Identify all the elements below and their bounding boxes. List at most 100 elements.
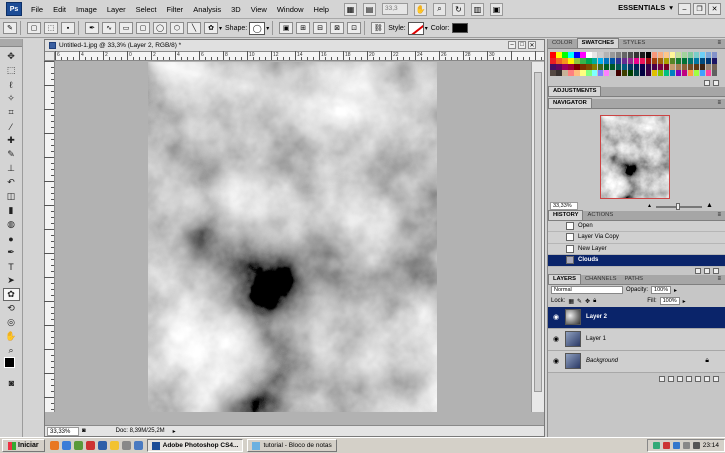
menu-item[interactable]: 3D [226,0,246,19]
swatch[interactable] [705,69,712,76]
crop-tool-icon[interactable]: ⌗ [3,106,20,119]
tool-preset-picker[interactable]: ✎ [3,22,17,34]
firefox-icon[interactable] [49,441,59,450]
swatch[interactable] [579,52,586,58]
visibility-eye-icon[interactable]: ◉ [551,313,561,321]
swatch[interactable] [555,57,562,64]
swatch[interactable] [711,63,718,70]
gradient-tool-icon[interactable]: ▮ [3,204,20,217]
swatch[interactable] [550,69,556,76]
swatch[interactable] [639,57,646,64]
exclude-shape-icon[interactable]: ⊡ [347,22,362,34]
panel-menu-icon[interactable]: ≡ [717,40,721,46]
swatch[interactable] [639,52,646,58]
swatch[interactable] [591,63,598,70]
swatch[interactable] [585,52,592,58]
eraser-icon[interactable]: ◫ [3,190,20,203]
swatch[interactable] [639,69,646,76]
swatch[interactable] [687,52,694,58]
lock-position-icon[interactable]: ✥ [585,298,590,305]
swatch[interactable] [615,63,622,70]
move-tool-icon[interactable]: ✥ [3,50,20,63]
hand-tool-icon[interactable]: ✋ [413,2,427,16]
tray-icon[interactable] [652,442,660,449]
layer-name[interactable]: Background [586,358,618,364]
swatch[interactable] [645,63,652,70]
swatch[interactable] [573,57,580,64]
swatch[interactable] [609,52,616,58]
swatch[interactable] [699,63,706,70]
lock-transparency-icon[interactable]: ▦ [568,298,574,305]
tray-icon[interactable] [682,442,690,449]
swatch[interactable] [597,63,604,70]
swatch[interactable] [573,69,580,76]
add-to-shape-icon[interactable]: ⊞ [296,22,311,34]
chevron-down-icon[interactable]: ▾ [219,25,222,32]
chevron-right-icon[interactable]: ▸ [683,298,686,305]
swatch[interactable] [681,69,688,76]
swatch[interactable] [609,69,616,76]
panel-tab[interactable]: PATHS [621,275,647,284]
zoom-in-icon[interactable]: ▲ [706,202,713,209]
tools-panel-header[interactable] [0,39,22,47]
swatch[interactable] [579,63,586,70]
chevron-right-icon[interactable]: ▸ [674,287,677,294]
swatch[interactable] [693,57,700,64]
quick-mask-icon[interactable]: ◙ [3,376,20,389]
swatch[interactable] [687,57,694,64]
intersect-shape-icon[interactable]: ⊠ [330,22,345,34]
marquee-tool-icon[interactable]: ⬚ [3,64,20,77]
3d-rotate-icon[interactable]: ⟲ [3,302,20,315]
launch-bridge-icon[interactable]: ▦ [343,2,357,16]
view-extras-icon[interactable]: ▤ [362,2,376,16]
vertical-ruler[interactable] [44,61,55,412]
swatch[interactable] [681,52,688,58]
swatch[interactable] [669,57,676,64]
layer-style-icon[interactable] [668,375,674,382]
swatch[interactable] [561,57,568,64]
restore-button[interactable]: ❐ [693,3,706,15]
new-group-icon[interactable] [695,375,701,382]
swatch[interactable] [651,69,658,76]
tray-icon[interactable] [672,442,680,449]
swatch[interactable] [663,63,670,70]
swatch[interactable] [657,52,664,58]
style-picker[interactable] [407,21,424,35]
lock-image-icon[interactable]: ✎ [577,298,582,305]
eyedropper-icon[interactable]: ⁄ [3,120,20,133]
link-icon[interactable]: ⛓ [371,22,386,34]
swatch[interactable] [645,69,652,76]
custom-shape-icon[interactable]: ✿ [204,22,218,34]
new-document-from-state-icon[interactable] [695,267,701,274]
line-icon[interactable]: ╲ [187,22,201,34]
type-tool-icon[interactable]: T [3,260,20,273]
custom-shape-tool-icon[interactable]: ✿ [2,288,20,301]
tab-adjustments[interactable]: ADJUSTMENTS [548,85,602,96]
layer-row[interactable]: ◉ Layer 2 [548,306,725,329]
zoom-slider-knob[interactable] [676,202,680,210]
swatch[interactable] [561,63,568,70]
swatch[interactable] [591,52,598,58]
swatch[interactable] [603,52,610,58]
app-icon[interactable] [97,441,107,450]
swatch[interactable] [711,57,718,64]
swatch[interactable] [591,57,598,64]
swatch[interactable] [573,63,580,70]
swatch[interactable] [615,69,622,76]
tab-navigator[interactable]: NAVIGATOR [548,97,592,108]
app-icon[interactable] [85,441,95,450]
swatch[interactable] [657,63,664,70]
paths-icon[interactable]: ⬚ [44,22,58,34]
swatch[interactable] [663,57,670,64]
swatch[interactable] [550,52,556,58]
navigator-thumbnail[interactable] [600,114,670,199]
panel-tab[interactable]: SWATCHES [576,38,620,48]
swatch[interactable] [645,52,652,58]
swatch[interactable] [621,57,628,64]
menu-item[interactable]: Image [71,0,102,19]
arrange-documents-icon[interactable]: ▥ [470,2,484,16]
swatch[interactable] [550,57,556,64]
workspace-switcher[interactable]: ESSENTIALS ▾ [618,3,673,12]
history-brush-icon[interactable]: ↶ [3,176,20,189]
navigator-preview[interactable] [548,108,725,202]
